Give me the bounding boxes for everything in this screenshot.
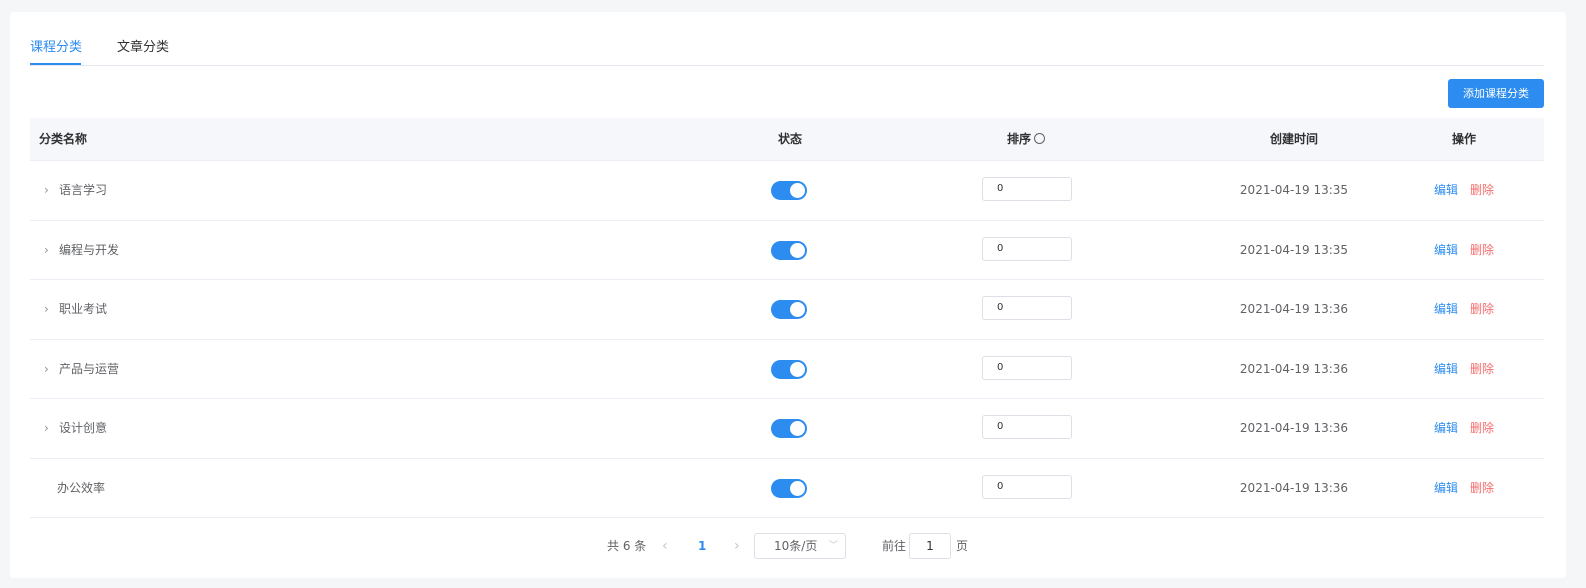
page-number-current[interactable]: 1 xyxy=(698,532,706,560)
delete-link[interactable]: 删除 xyxy=(1470,161,1494,219)
toggle-knob xyxy=(790,242,805,258)
table-row: 办公效率 0 2021-04-19 13:36 编辑 删除 xyxy=(30,459,1544,518)
category-name: 产品与运营 xyxy=(59,361,120,376)
toggle-knob xyxy=(790,183,805,198)
edit-link[interactable]: 编辑 xyxy=(1434,221,1458,279)
category-table: 分类名称 状态 排序 创建时间 操作 › 语言学习 0 2021-04-19 1… xyxy=(30,118,1544,518)
sort-input[interactable]: 0 xyxy=(982,177,1072,201)
sort-input[interactable]: 0 xyxy=(982,415,1072,439)
created-time: 2021-04-19 13:36 xyxy=(1239,480,1349,495)
table-row: › 设计创意 0 2021-04-19 13:36 编辑 删除 xyxy=(30,399,1544,459)
chevron-left-icon[interactable]: ‹ xyxy=(662,532,668,560)
created-time: 2021-04-19 13:36 xyxy=(1239,421,1349,435)
status-toggle[interactable] xyxy=(771,359,807,379)
table-row: › 职业考试 0 2021-04-19 13:36 编辑 删除 xyxy=(30,280,1544,340)
active-tab-indicator xyxy=(30,63,81,65)
sort-input[interactable]: 0 xyxy=(982,355,1072,380)
chevron-right-icon[interactable]: › xyxy=(44,340,49,398)
edit-link[interactable]: 编辑 xyxy=(1434,459,1458,517)
add-course-category-button[interactable]: 添加课程分类 xyxy=(1448,79,1544,108)
delete-link[interactable]: 删除 xyxy=(1470,280,1494,338)
delete-link[interactable]: 删除 xyxy=(1470,340,1494,398)
created-time: 2021-04-19 13:36 xyxy=(1239,361,1349,376)
category-panel: 课程分类 文章分类 添加课程分类 分类名称 状态 排序 创建时间 操作 › 语言… xyxy=(10,12,1566,578)
chevron-right-icon[interactable]: › xyxy=(44,221,49,279)
chevron-down-icon: ﹀ xyxy=(828,541,838,551)
chevron-right-icon[interactable]: › xyxy=(734,532,740,560)
category-tabs: 课程分类 文章分类 xyxy=(30,12,1544,66)
edit-link[interactable]: 编辑 xyxy=(1434,161,1458,219)
toggle-knob xyxy=(790,421,805,436)
status-toggle[interactable] xyxy=(771,478,807,498)
goto-label: 前往 xyxy=(882,539,907,553)
chevron-right-icon[interactable]: › xyxy=(44,161,49,219)
pagination: 共 6 条 ‹ 1 › 10条/页 ﹀ 前往 1 页 xyxy=(10,532,1566,560)
header-operations: 操作 xyxy=(1451,132,1476,146)
status-toggle[interactable] xyxy=(771,240,807,260)
created-time: 2021-04-19 13:36 xyxy=(1239,302,1349,316)
header-sort-label: 排序 xyxy=(1006,132,1031,146)
tab-course-category[interactable]: 课程分类 xyxy=(30,40,82,56)
header-name: 分类名称 xyxy=(39,132,88,146)
page-size-select[interactable]: 10条/页 ﹀ xyxy=(754,533,846,559)
category-name: 语言学习 xyxy=(59,183,108,197)
tab-article-category[interactable]: 文章分类 xyxy=(117,40,169,56)
edit-link[interactable]: 编辑 xyxy=(1434,399,1458,457)
delete-link[interactable]: 删除 xyxy=(1470,399,1494,457)
edit-link[interactable]: 编辑 xyxy=(1434,340,1458,398)
category-name: 设计创意 xyxy=(59,421,108,435)
table-row: › 编程与开发 0 2021-04-19 13:35 编辑 删除 xyxy=(30,221,1544,280)
chevron-right-icon[interactable]: › xyxy=(44,280,49,338)
chevron-right-icon[interactable]: › xyxy=(44,399,49,457)
category-name: 编程与开发 xyxy=(59,242,120,257)
category-name: 办公效率 xyxy=(57,480,106,495)
delete-link[interactable]: 删除 xyxy=(1470,459,1494,517)
status-toggle[interactable] xyxy=(771,300,807,319)
goto-page-input[interactable]: 1 xyxy=(909,533,951,559)
pagination-total: 共 6 条 xyxy=(607,539,647,553)
header-status: 状态 xyxy=(777,132,802,146)
help-circle-icon[interactable] xyxy=(1034,133,1045,144)
category-name: 职业考试 xyxy=(59,302,108,316)
page-suffix: 页 xyxy=(956,539,969,553)
edit-link[interactable]: 编辑 xyxy=(1434,280,1458,338)
sort-input[interactable]: 0 xyxy=(982,236,1072,261)
sort-input[interactable]: 0 xyxy=(982,474,1072,499)
toggle-knob xyxy=(790,480,805,496)
table-row: › 语言学习 0 2021-04-19 13:35 编辑 删除 xyxy=(30,161,1544,221)
header-created-time: 创建时间 xyxy=(1269,132,1318,146)
sort-input[interactable]: 0 xyxy=(982,296,1072,320)
created-time: 2021-04-19 13:35 xyxy=(1239,183,1349,197)
status-toggle[interactable] xyxy=(771,419,807,438)
header-sort: 排序 xyxy=(966,118,1086,160)
created-time: 2021-04-19 13:35 xyxy=(1239,242,1349,257)
toggle-knob xyxy=(790,361,805,377)
table-row: › 产品与运营 0 2021-04-19 13:36 编辑 删除 xyxy=(30,340,1544,399)
delete-link[interactable]: 删除 xyxy=(1470,221,1494,279)
table-header: 分类名称 状态 排序 创建时间 操作 xyxy=(30,118,1544,161)
status-toggle[interactable] xyxy=(771,181,807,200)
page-size-value: 10条/页 xyxy=(774,539,818,553)
toggle-knob xyxy=(790,302,805,317)
